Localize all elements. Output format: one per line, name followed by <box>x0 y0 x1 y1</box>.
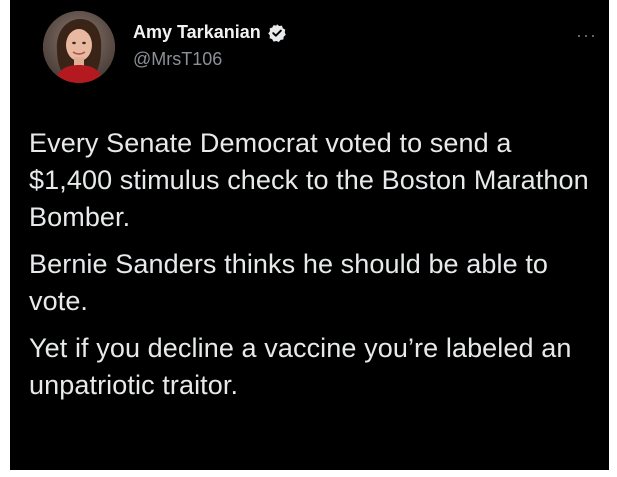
tweet-text: Every Senate Democrat voted to send a $1… <box>29 125 599 414</box>
tweet-paragraph: Bernie Sanders thinks he should be able … <box>29 249 549 316</box>
tweet-paragraph: Every Senate Democrat voted to send a $1… <box>29 128 589 232</box>
author-name-row: Amy Tarkanian <box>133 22 287 43</box>
profile-photo-icon <box>43 11 115 83</box>
avatar[interactable] <box>43 11 115 83</box>
tweet-card: Amy Tarkanian @MrsT106 ··· Every Senate … <box>10 0 609 470</box>
author-display-name[interactable]: Amy Tarkanian <box>133 22 261 43</box>
screenshot-frame: Amy Tarkanian @MrsT106 ··· Every Senate … <box>0 0 617 477</box>
more-options-icon[interactable]: ··· <box>576 26 597 44</box>
author-handle[interactable]: @MrsT106 <box>133 49 222 70</box>
verified-badge-icon <box>267 23 287 43</box>
tweet-paragraph: Yet if you decline a vaccine you’re labe… <box>29 333 572 400</box>
